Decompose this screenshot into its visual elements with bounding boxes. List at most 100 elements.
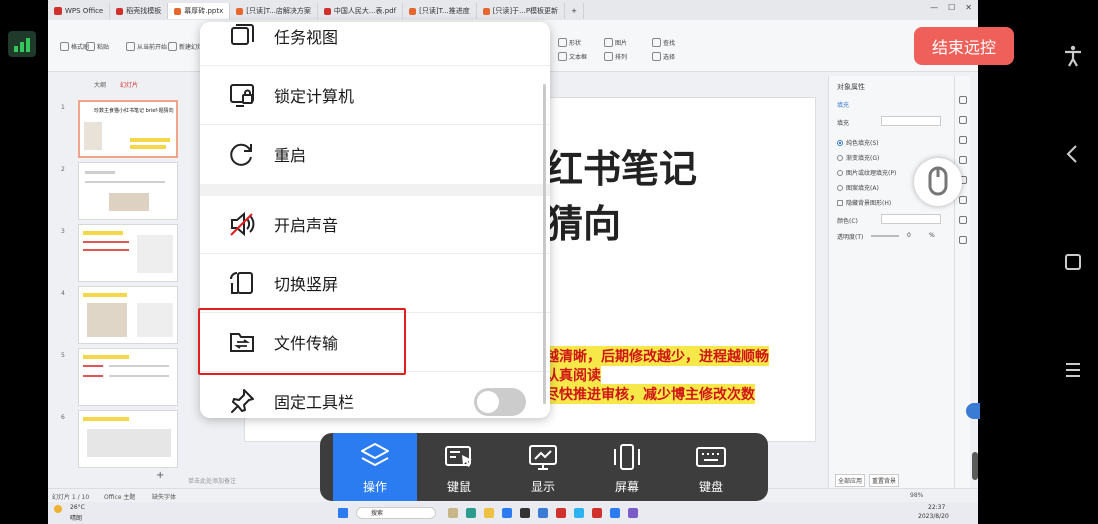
notes-placeholder[interactable]: 单击此处添加备注 <box>188 476 236 485</box>
tab-fill[interactable]: 填充 <box>837 100 849 109</box>
edge-icon[interactable] <box>466 508 476 518</box>
hide-background-checkbox[interactable]: 隐藏背景图形(H) <box>837 198 891 207</box>
lock-computer-icon <box>230 83 254 107</box>
slide-number: 2 <box>61 166 65 173</box>
object-properties-panel: 对象属性 填充 填充 纯色填充(S) 渐变填充(G) 图片或纹理填充(P) 图案… <box>828 76 954 488</box>
slide-thumbnail-3[interactable] <box>78 224 178 282</box>
slide-thumbnail-4[interactable] <box>78 286 178 344</box>
new-tab-button[interactable]: + <box>565 3 584 19</box>
images-button[interactable]: 图片 <box>604 38 627 47</box>
menu-item-restart[interactable]: 重启 <box>200 124 550 183</box>
zoom-level[interactable]: 98% <box>910 492 923 499</box>
settings-icon[interactable] <box>959 236 967 244</box>
mail-icon[interactable] <box>502 508 512 518</box>
slide-thumbnail-6[interactable] <box>78 410 178 468</box>
maximize-icon[interactable]: ☐ <box>948 3 955 12</box>
wps-icon[interactable] <box>592 508 602 518</box>
app-icon[interactable] <box>448 508 458 518</box>
layers-icon[interactable] <box>959 136 967 144</box>
tab-pdf[interactable]: 中国人民大...表.pdf <box>318 3 404 19</box>
reset-background-button[interactable]: 重置背景 <box>869 474 900 487</box>
app-icon[interactable] <box>628 508 638 518</box>
shapes-icon <box>558 38 567 47</box>
pin-toolbar-toggle[interactable] <box>474 388 526 416</box>
slide-thumbnail-2[interactable] <box>78 162 178 220</box>
menu-item-task-view[interactable]: 任务视图 <box>200 22 550 65</box>
fill-dropdown[interactable] <box>881 116 941 126</box>
back-icon[interactable] <box>1061 142 1085 166</box>
transparency-value[interactable]: 0 <box>907 232 911 239</box>
arrange-button[interactable]: 排列 <box>604 52 627 61</box>
percent-sign: % <box>929 232 935 239</box>
star-icon[interactable] <box>959 116 967 124</box>
add-slide-button[interactable]: + <box>156 470 164 481</box>
search-icon <box>652 38 661 47</box>
windows-start-icon[interactable] <box>338 508 348 518</box>
help-icon[interactable] <box>959 216 967 224</box>
slide-number: 6 <box>61 414 65 421</box>
doc-icon <box>116 7 124 15</box>
fill-option-pattern[interactable]: 图案填充(A) <box>837 183 879 192</box>
close-icon[interactable]: ✕ <box>965 3 972 12</box>
tab-wps-office[interactable]: WPS Office <box>48 3 111 19</box>
app-icon[interactable] <box>574 508 584 518</box>
app-icon[interactable] <box>610 508 620 518</box>
tab-readonly-3[interactable]: [只读]于...P模板更新 <box>477 3 566 19</box>
slide-text-line3: 尽快推进审核，减少博主修改次数 <box>545 384 755 404</box>
paste-icon <box>86 42 95 51</box>
play-from-current-button[interactable]: 从当前开始 <box>126 42 167 51</box>
paste-button[interactable]: 粘贴 <box>86 42 109 51</box>
transparency-slider[interactable] <box>871 235 899 237</box>
side-expand-tab[interactable] <box>966 403 980 419</box>
tab-readonly-1[interactable]: [只读]T...店解决方案 <box>230 3 318 19</box>
tab-slides[interactable]: 幻灯片 <box>120 80 138 89</box>
properties-icon[interactable] <box>959 96 967 104</box>
toolbar-operation-button[interactable]: 操作 <box>333 433 417 501</box>
fill-option-picture[interactable]: 图片或纹理填充(P) <box>837 168 896 177</box>
select-button[interactable]: 选择 <box>652 52 675 61</box>
missing-font-indicator[interactable]: 缺失字体 <box>152 492 176 501</box>
floating-mouse-icon[interactable] <box>914 158 962 206</box>
find-button[interactable]: 查找 <box>652 38 675 47</box>
pdf-icon <box>323 7 331 15</box>
home-icon[interactable] <box>1061 250 1085 274</box>
app-icon[interactable] <box>520 508 530 518</box>
taskbar-search[interactable]: 搜索 <box>356 507 436 519</box>
menu-scrollbar[interactable] <box>543 84 546 404</box>
app-icon[interactable] <box>556 508 566 518</box>
textbox-button[interactable]: 文本框 <box>558 52 587 61</box>
end-remote-button[interactable]: 结束远控 <box>914 27 1014 65</box>
menu-item-lock-computer[interactable]: 锁定计算机 <box>200 65 550 124</box>
tab-readonly-2[interactable]: [只读]T...推进度 <box>403 3 477 19</box>
slide-thumbnail-5[interactable] <box>78 348 178 406</box>
drag-handle[interactable] <box>972 452 978 480</box>
slide-number: 3 <box>61 228 65 235</box>
toolbar-keymouse-button[interactable]: 键鼠 <box>417 433 501 501</box>
weather-icon <box>54 505 62 513</box>
transparency-label: 透明度(T) <box>837 234 864 241</box>
tab-pptx[interactable]: 幕厚砖.pptx <box>168 3 231 19</box>
screen-icon <box>614 443 640 470</box>
wps-tab-bar: WPS Office 稻壳找模板 幕厚砖.pptx [只读]T...店解决方案 … <box>48 0 978 20</box>
slide-thumbnail-1[interactable]: 珍数主食猫小红书笔记 brief-题猜向 <box>78 100 178 158</box>
accessibility-icon[interactable] <box>1061 44 1085 68</box>
app-icon[interactable] <box>538 508 548 518</box>
tab-docer[interactable]: 稻壳找模板 <box>110 3 169 19</box>
folder-icon[interactable] <box>484 508 494 518</box>
toolbar-display-button[interactable]: 显示 <box>501 433 585 501</box>
toolbar-keyboard-button[interactable]: 键盘 <box>669 433 753 501</box>
fill-option-gradient[interactable]: 渐变填充(G) <box>837 153 879 162</box>
remote-toolbar: 操作 键鼠 显示 屏幕 键盘 <box>320 433 768 501</box>
menu-item-switch-portrait[interactable]: 切换竖屏 <box>200 253 550 312</box>
minimize-icon[interactable]: — <box>930 3 938 12</box>
apply-all-button[interactable]: 全部应用 <box>835 474 866 487</box>
color-dropdown[interactable] <box>881 214 941 224</box>
toolbar-screen-button[interactable]: 屏幕 <box>585 433 669 501</box>
tab-outline[interactable]: 大纲 <box>94 80 106 89</box>
recents-icon[interactable] <box>1061 358 1085 382</box>
shapes-button[interactable]: 形状 <box>558 38 581 47</box>
format-brush-button[interactable]: 格式刷 <box>60 42 89 51</box>
menu-item-enable-sound[interactable]: 开启声音 <box>200 194 550 253</box>
side-icon-strip <box>954 76 970 488</box>
fill-option-solid[interactable]: 纯色填充(S) <box>837 138 879 147</box>
